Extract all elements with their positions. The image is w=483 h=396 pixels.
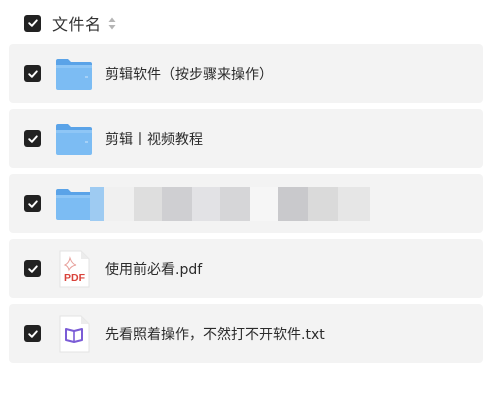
file-list-header: 文件名 <box>24 12 116 34</box>
check-icon <box>27 199 38 208</box>
book-file-icon <box>54 314 94 354</box>
file-name[interactable]: 先看照着操作，不然打不开软件.txt <box>105 324 325 344</box>
row-checkbox[interactable] <box>24 260 41 277</box>
check-icon <box>27 69 38 78</box>
file-row[interactable]: PDF 使用前必看.pdf <box>9 239 483 298</box>
file-row[interactable]: 剪辑丨视频教程 <box>9 109 483 168</box>
sort-icon[interactable] <box>108 17 116 30</box>
row-checkbox[interactable] <box>24 325 41 342</box>
check-icon <box>27 264 38 273</box>
folder-icon <box>54 54 94 94</box>
file-name[interactable]: 使用前必看.pdf <box>105 259 202 279</box>
check-icon <box>27 329 38 338</box>
file-row[interactable]: 剪辑软件（按步骤来操作） <box>9 44 483 103</box>
file-row[interactable]: 先看照着操作，不然打不开软件.txt <box>9 304 483 363</box>
filename-column-header[interactable]: 文件名 <box>52 11 102 35</box>
pdf-file-icon: PDF <box>54 249 94 289</box>
check-icon <box>27 19 38 27</box>
check-icon <box>27 134 38 143</box>
row-checkbox[interactable] <box>24 130 41 147</box>
row-checkbox[interactable] <box>24 195 41 212</box>
select-all-checkbox[interactable] <box>24 14 41 32</box>
file-row[interactable] <box>9 174 483 233</box>
folder-icon <box>54 119 94 159</box>
file-name[interactable]: 剪辑软件（按步骤来操作） <box>105 64 273 84</box>
folder-icon <box>54 184 94 224</box>
row-checkbox[interactable] <box>24 65 41 82</box>
svg-text:PDF: PDF <box>64 272 86 284</box>
obscured-file-name <box>90 186 370 221</box>
file-name[interactable]: 剪辑丨视频教程 <box>105 129 203 149</box>
